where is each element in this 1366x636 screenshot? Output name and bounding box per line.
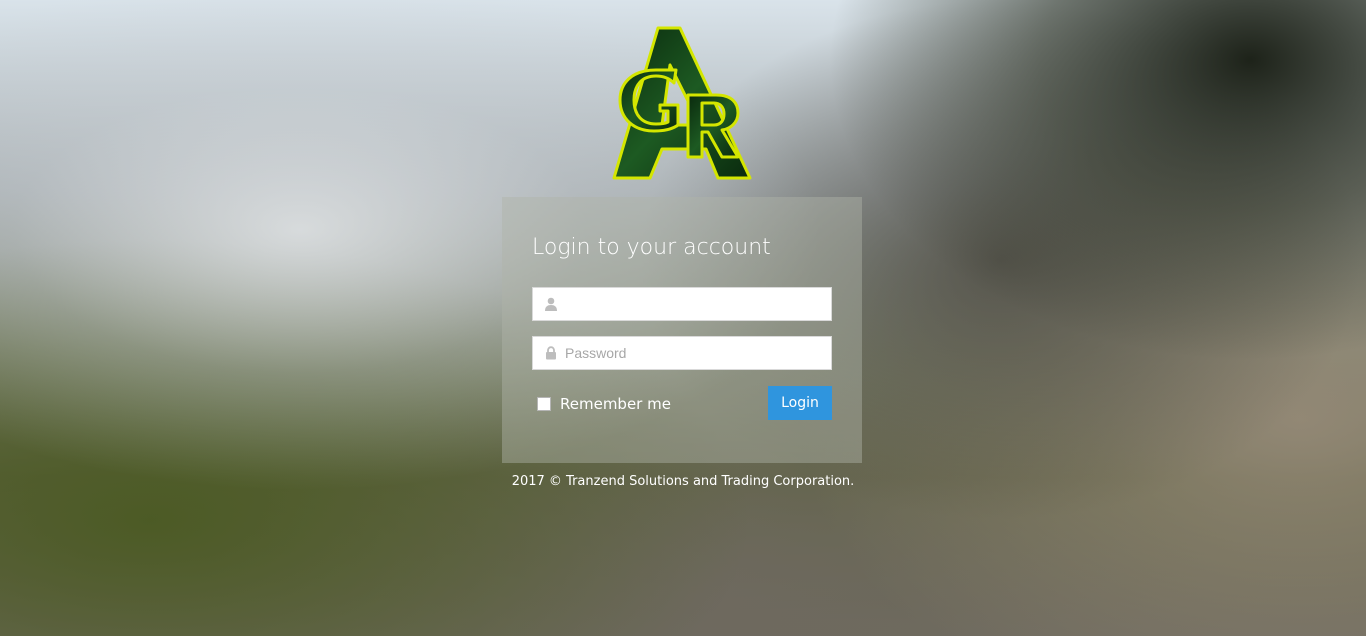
copyright-footer: 2017 © Tranzend Solutions and Trading Co… <box>511 474 855 489</box>
password-input[interactable] <box>565 337 827 369</box>
login-panel: Login to your account Remember me Login <box>502 197 862 463</box>
password-field-container[interactable] <box>532 336 832 370</box>
lock-icon <box>544 346 558 360</box>
remember-me[interactable]: Remember me <box>537 395 671 413</box>
remember-me-label: Remember me <box>560 395 671 413</box>
login-title: Login to your account <box>532 235 771 260</box>
username-field-container[interactable] <box>532 287 832 321</box>
login-button[interactable]: Login <box>768 386 832 420</box>
user-icon <box>544 297 558 311</box>
agr-logo <box>610 25 756 183</box>
username-input[interactable] <box>565 288 827 320</box>
remember-me-checkbox[interactable] <box>537 397 551 411</box>
